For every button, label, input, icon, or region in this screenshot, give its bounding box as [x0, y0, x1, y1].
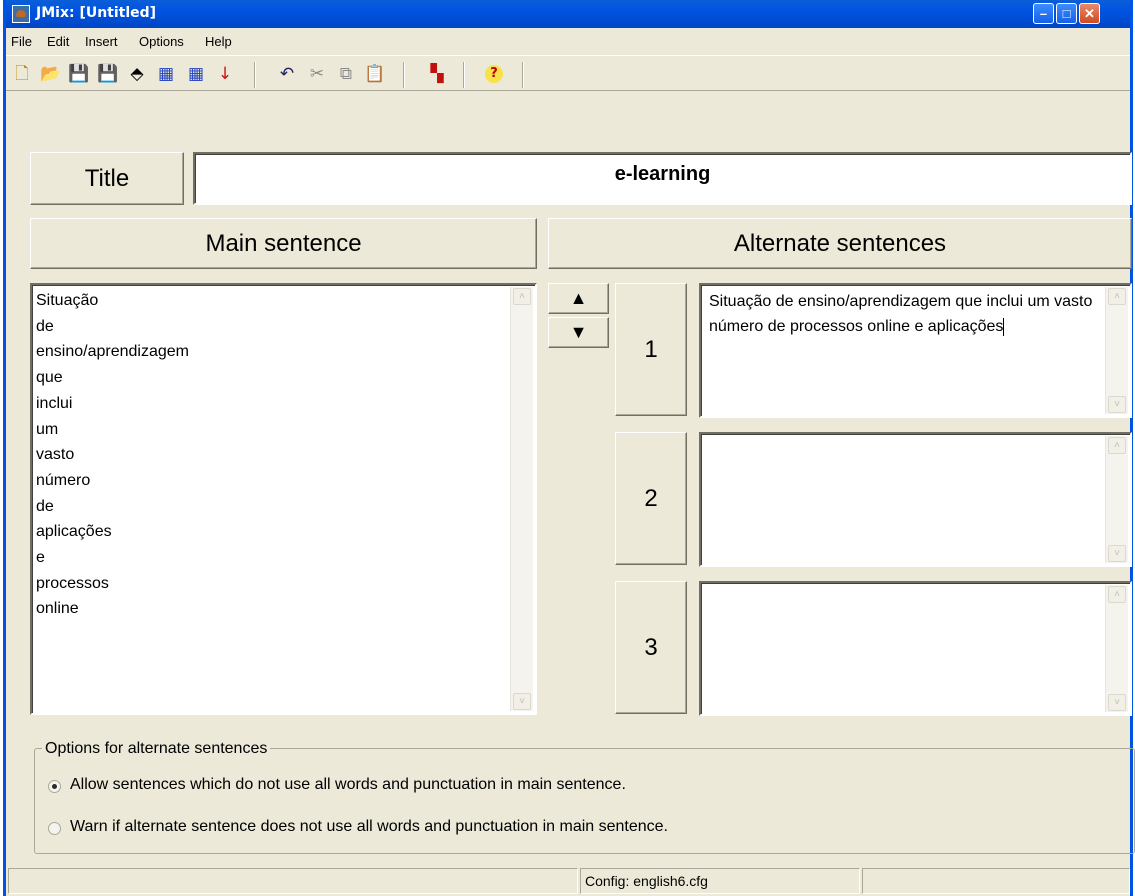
toolbar-separator — [254, 62, 256, 88]
warn-radio[interactable] — [48, 822, 61, 835]
scroll-up-icon[interactable]: ˄ — [1108, 437, 1126, 454]
config-icon[interactable]: ▚ — [426, 63, 448, 85]
alternate-sentences-header[interactable]: Alternate sentences — [548, 218, 1132, 269]
menu-edit[interactable]: Edit — [47, 34, 69, 49]
text-caret — [1003, 317, 1005, 336]
undo-icon[interactable]: ↶ — [276, 63, 298, 85]
alternate-3-textarea[interactable]: ˄ ˅ — [699, 581, 1132, 716]
main-sentence-textarea[interactable]: Situação de ensino/aprendizagem que incl… — [30, 283, 537, 715]
main-sentence-header[interactable]: Main sentence — [30, 218, 537, 269]
main-scrollbar[interactable]: ˄ ˅ — [510, 287, 533, 711]
add-to-queue-icon[interactable]: ↓ — [214, 63, 236, 85]
alternate-2-scrollbar[interactable]: ˄ ˅ — [1105, 436, 1128, 563]
toolbar-separator — [403, 62, 405, 88]
status-config: Config: english6.cfg — [580, 868, 860, 894]
alternate-1-text: Situação de ensino/aprendizagem que incl… — [709, 293, 1093, 336]
scroll-up-icon[interactable]: ˄ — [1108, 586, 1126, 603]
menu-file[interactable]: File — [11, 34, 32, 49]
alternate-1-scrollbar[interactable]: ˄ ˅ — [1105, 287, 1128, 414]
allow-radio-label[interactable]: Allow sentences which do not use all wor… — [70, 776, 626, 794]
alternate-3-scrollbar[interactable]: ˄ ˅ — [1105, 585, 1128, 712]
main-word: inclui — [36, 394, 73, 412]
toolbar-separator — [463, 62, 465, 88]
main-word: ensino/aprendizagem — [36, 343, 189, 361]
main-word: processos — [36, 574, 109, 592]
new-icon[interactable]: 🗋 — [11, 63, 33, 85]
move-up-button[interactable]: ▲ — [548, 283, 609, 314]
scroll-up-icon[interactable]: ˄ — [1108, 288, 1126, 305]
alternate-2-textarea[interactable]: ˄ ˅ — [699, 432, 1132, 567]
alternate-1-textarea[interactable]: Situação de ensino/aprendizagem que incl… — [699, 283, 1132, 418]
main-word: online — [36, 600, 79, 618]
clear-icon[interactable]: ⬘ — [126, 63, 148, 85]
save-icon[interactable]: 💾 — [68, 63, 90, 85]
alternate-2-button[interactable]: 2 — [615, 432, 687, 565]
main-word-list: Situação de ensino/aprendizagem que incl… — [36, 288, 189, 622]
help-icon[interactable]: ? — [485, 65, 503, 83]
toolbar-separator — [522, 62, 524, 88]
move-down-button[interactable]: ▼ — [548, 317, 609, 348]
scroll-down-icon[interactable]: ˅ — [1108, 396, 1126, 413]
status-pane-left — [8, 868, 578, 894]
main-word: Situação — [36, 292, 99, 309]
menu-insert[interactable]: Insert — [85, 34, 118, 49]
scroll-down-icon[interactable]: ˅ — [1108, 545, 1126, 562]
allow-radio[interactable] — [48, 780, 61, 793]
main-word: que — [36, 369, 63, 387]
alternate-3-button[interactable]: 3 — [615, 581, 687, 714]
window-title: JMix: [Untitled] — [36, 5, 157, 21]
main-word: e — [36, 549, 45, 567]
main-word: de — [36, 497, 54, 515]
title-field[interactable]: e-learning — [193, 152, 1132, 205]
menu-bar: File Edit Insert Options Help — [6, 29, 1130, 56]
app-icon[interactable] — [12, 5, 30, 23]
menu-help[interactable]: Help — [205, 34, 232, 49]
close-button[interactable]: ✕ — [1079, 3, 1100, 24]
title-value: e-learning — [614, 163, 711, 185]
scroll-down-icon[interactable]: ˅ — [513, 693, 531, 710]
menu-options[interactable]: Options — [139, 34, 184, 49]
title-bar[interactable]: JMix: [Untitled] – □ ✕ — [6, 0, 1130, 28]
title-label-button[interactable]: Title — [30, 152, 184, 205]
alternate-1-button[interactable]: 1 — [615, 283, 687, 416]
status-pane-right — [862, 868, 1130, 894]
maximize-button[interactable]: □ — [1056, 3, 1077, 24]
open-icon[interactable]: 📂 — [40, 63, 62, 85]
export-web2-icon[interactable]: ▦ — [185, 63, 207, 85]
export-web-icon[interactable]: ▦ — [155, 63, 177, 85]
scroll-up-icon[interactable]: ˄ — [513, 288, 531, 305]
main-word: um — [36, 420, 59, 438]
app-window: JMix: [Untitled] – □ ✕ File Edit Insert … — [3, 0, 1135, 896]
warn-radio-label[interactable]: Warn if alternate sentence does not use … — [70, 818, 668, 836]
paste-icon[interactable]: 📋 — [364, 63, 386, 85]
main-word: número — [36, 471, 91, 489]
options-groupbox — [34, 748, 1135, 854]
cut-icon[interactable]: ✂ — [306, 63, 328, 85]
copy-icon[interactable]: ⧉ — [335, 63, 357, 85]
main-word: de — [36, 317, 54, 335]
minimize-button[interactable]: – — [1033, 3, 1054, 24]
scroll-down-icon[interactable]: ˅ — [1108, 694, 1126, 711]
toolbar: 🗋 📂 💾 💾 ⬘ ▦ ▦ ↓ ↶ ✂ ⧉ 📋 ▚ ? — [6, 56, 1130, 91]
save-as-icon[interactable]: 💾 — [97, 63, 119, 85]
main-word: aplicações — [36, 523, 112, 541]
options-legend: Options for alternate sentences — [42, 740, 271, 758]
main-word: vasto — [36, 446, 75, 464]
